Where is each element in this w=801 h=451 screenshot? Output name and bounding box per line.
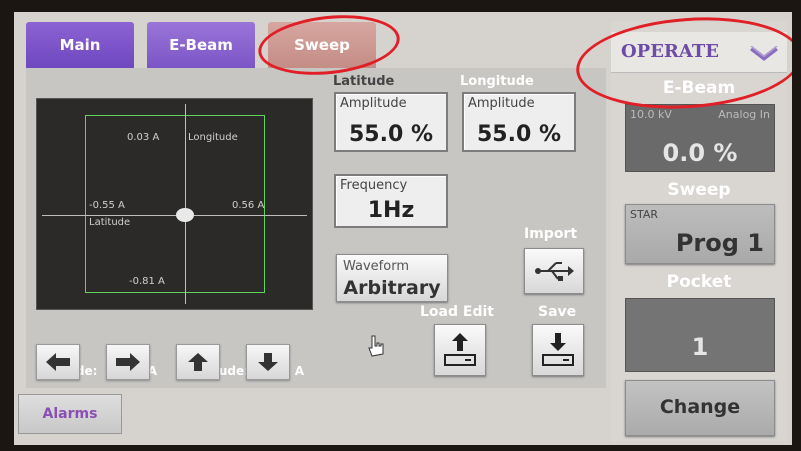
plot-longitude-label: Longitude bbox=[188, 132, 238, 143]
longitude-axis-line bbox=[185, 104, 186, 304]
sweep-program-value: Prog 1 bbox=[675, 229, 764, 257]
plot-left-label: -0.55 A bbox=[89, 200, 125, 211]
ebeam-kv: 10.0 kV bbox=[630, 108, 672, 121]
alarms-label: Alarms bbox=[42, 406, 98, 422]
sweep-section-title: Sweep bbox=[667, 180, 731, 200]
plot-top-label: 0.03 A bbox=[127, 132, 160, 143]
usb-icon bbox=[535, 262, 574, 281]
ebeam-value: 0.0 % bbox=[662, 139, 738, 167]
sweep-program-button[interactable]: STAR Prog 1 bbox=[625, 204, 775, 264]
import-button[interactable] bbox=[524, 248, 584, 294]
load-edit-label: Load Edit bbox=[420, 304, 494, 320]
pocket-status-box: 1 bbox=[625, 298, 775, 372]
plot-bottom-label: -0.81 A bbox=[129, 276, 165, 287]
ebeam-status-box: 10.0 kV Analog In 0.0 % bbox=[625, 104, 775, 172]
waveform-button[interactable]: Waveform Arbitrary bbox=[336, 254, 448, 302]
sweep-plot: 0.03 A Longitude -0.55 A 0.56 A Latitude… bbox=[36, 98, 313, 310]
change-button[interactable]: Change bbox=[625, 380, 775, 436]
move-up-button[interactable] bbox=[176, 344, 220, 380]
arrow-left-icon bbox=[46, 353, 70, 371]
longitude-amplitude-value: 55.0 % bbox=[477, 122, 561, 147]
arrow-down-icon bbox=[258, 353, 278, 371]
longitude-amplitude-label: Amplitude bbox=[468, 96, 535, 111]
plot-right-label: 0.56 A bbox=[232, 200, 265, 211]
longitude-amplitude-field[interactable]: Amplitude 55.0 % bbox=[462, 92, 576, 152]
touch-screen: Main E-Beam Sweep 0.03 A Longitude -0.55… bbox=[14, 12, 792, 445]
alarms-button[interactable]: Alarms bbox=[18, 394, 122, 434]
save-label: Save bbox=[538, 304, 577, 320]
frequency-field[interactable]: Frequency 1Hz bbox=[334, 174, 448, 228]
tab-main[interactable]: Main bbox=[26, 22, 134, 68]
import-label: Import bbox=[524, 226, 578, 242]
hand-cursor-icon bbox=[368, 335, 384, 357]
waveform-value: Arbitrary bbox=[343, 277, 441, 299]
arrow-up-icon bbox=[188, 353, 208, 371]
tab-ebeam-label: E-Beam bbox=[169, 36, 233, 54]
pocket-value: 1 bbox=[691, 333, 709, 361]
move-down-button[interactable] bbox=[246, 344, 290, 380]
latitude-axis-line bbox=[42, 215, 307, 216]
save-button[interactable] bbox=[532, 324, 584, 376]
save-icon bbox=[542, 333, 574, 366]
ebeam-input: Analog In bbox=[718, 108, 770, 121]
tab-main-label: Main bbox=[59, 36, 101, 54]
pocket-section-title: Pocket bbox=[666, 272, 732, 292]
change-label: Change bbox=[659, 396, 741, 418]
tab-ebeam[interactable]: E-Beam bbox=[147, 22, 255, 68]
plot-latitude-label: Latitude bbox=[89, 217, 131, 228]
latitude-amplitude-value: 55.0 % bbox=[349, 122, 433, 147]
beam-position-dot bbox=[176, 208, 194, 222]
load-edit-button[interactable] bbox=[434, 324, 486, 376]
latitude-header: Latitude bbox=[333, 74, 395, 89]
sweep-panel: 0.03 A Longitude -0.55 A 0.56 A Latitude… bbox=[26, 68, 606, 388]
frequency-value: 1Hz bbox=[367, 198, 415, 223]
arrow-right-icon bbox=[116, 353, 140, 371]
frequency-label: Frequency bbox=[340, 178, 408, 193]
sweep-kind: STAR bbox=[630, 208, 659, 221]
latitude-amplitude-label: Amplitude bbox=[340, 96, 407, 111]
waveform-label: Waveform bbox=[343, 259, 409, 274]
longitude-header: Longitude bbox=[460, 74, 534, 89]
move-right-button[interactable] bbox=[106, 344, 150, 380]
latitude-amplitude-field[interactable]: Amplitude 55.0 % bbox=[334, 92, 448, 152]
load-icon bbox=[444, 333, 476, 366]
move-left-button[interactable] bbox=[36, 344, 80, 380]
